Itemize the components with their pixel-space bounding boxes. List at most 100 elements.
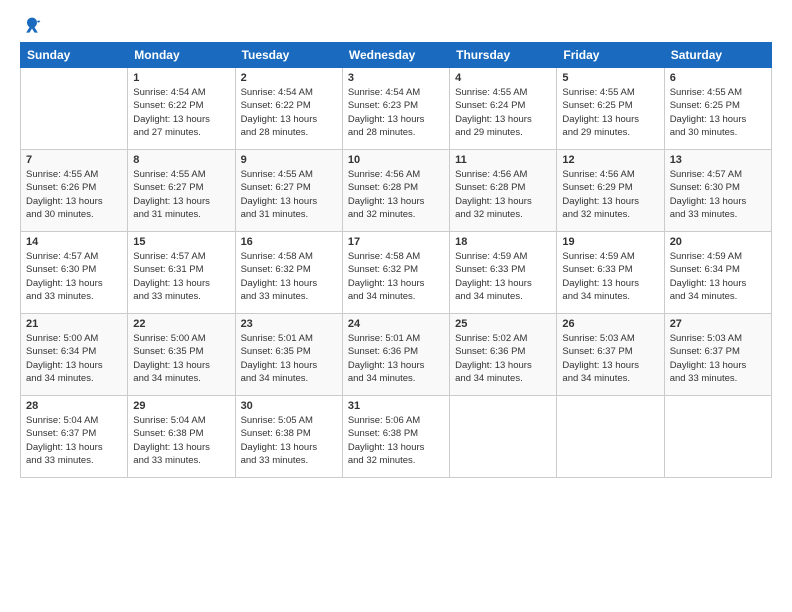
day-detail: Sunrise: 5:01 AM Sunset: 6:36 PM Dayligh…: [348, 332, 444, 385]
day-number: 16: [241, 236, 337, 248]
day-cell: 16Sunrise: 4:58 AM Sunset: 6:32 PM Dayli…: [235, 232, 342, 314]
day-number: 2: [241, 72, 337, 84]
day-detail: Sunrise: 4:56 AM Sunset: 6:29 PM Dayligh…: [562, 168, 658, 221]
logo-bird-icon: [22, 16, 42, 36]
day-cell: 5 Sunrise: 4:55 AM Sunset: 6:25 PM Daylig…: [557, 68, 664, 150]
day-number: 3: [348, 72, 444, 84]
day-number: 18: [455, 236, 551, 248]
day-detail: Sunrise: 4:54 AM Sunset: 6:22 PM Dayligh…: [133, 86, 229, 139]
day-detail: Sunrise: 4:57 AM Sunset: 6:31 PM Dayligh…: [133, 250, 229, 303]
day-cell: 14Sunrise: 4:57 AM Sunset: 6:30 PM Dayli…: [21, 232, 128, 314]
day-detail: Sunrise: 4:59 AM Sunset: 6:34 PM Dayligh…: [670, 250, 766, 303]
day-cell: 28Sunrise: 5:04 AM Sunset: 6:37 PM Dayli…: [21, 396, 128, 478]
day-detail: Sunrise: 4:59 AM Sunset: 6:33 PM Dayligh…: [455, 250, 551, 303]
day-number: 20: [670, 236, 766, 248]
day-cell: 15 Sunrise: 4:57 AM Sunset: 6:31 PM Dayli…: [128, 232, 235, 314]
day-cell: 29 Sunrise: 5:04 AM Sunset: 6:38 PM Dayli…: [128, 396, 235, 478]
day-cell: 19 Sunrise: 4:59 AM Sunset: 6:33 PM Dayli…: [557, 232, 664, 314]
day-cell: 30 Sunrise: 5:05 AM Sunset: 6:38 PM Dayli…: [235, 396, 342, 478]
day-detail: Sunrise: 4:55 AM Sunset: 6:24 PM Dayligh…: [455, 86, 551, 139]
day-cell: [557, 396, 664, 478]
week-row-3: 14Sunrise: 4:57 AM Sunset: 6:30 PM Dayli…: [21, 232, 772, 314]
day-detail: Sunrise: 4:55 AM Sunset: 6:27 PM Dayligh…: [241, 168, 337, 221]
day-number: 6: [670, 72, 766, 84]
day-cell: 4Sunrise: 4:55 AM Sunset: 6:24 PM Daylig…: [450, 68, 557, 150]
day-number: 27: [670, 318, 766, 330]
day-cell: 18 Sunrise: 4:59 AM Sunset: 6:33 PM Dayli…: [450, 232, 557, 314]
day-number: 11: [455, 154, 551, 166]
day-cell: 10 Sunrise: 4:56 AM Sunset: 6:28 PM Dayli…: [342, 150, 449, 232]
week-row-1: 1Sunrise: 4:54 AM Sunset: 6:22 PM Daylig…: [21, 68, 772, 150]
day-cell: 27 Sunrise: 5:03 AM Sunset: 6:37 PM Dayli…: [664, 314, 771, 396]
day-detail: Sunrise: 5:06 AM Sunset: 6:38 PM Dayligh…: [348, 414, 444, 467]
day-cell: 3 Sunrise: 4:54 AM Sunset: 6:23 PM Daylig…: [342, 68, 449, 150]
day-number: 9: [241, 154, 337, 166]
day-number: 7: [26, 154, 122, 166]
col-header-tuesday: Tuesday: [235, 43, 342, 68]
day-cell: 2 Sunrise: 4:54 AM Sunset: 6:22 PM Daylig…: [235, 68, 342, 150]
day-detail: Sunrise: 4:57 AM Sunset: 6:30 PM Dayligh…: [26, 250, 122, 303]
day-cell: 23 Sunrise: 5:01 AM Sunset: 6:35 PM Dayli…: [235, 314, 342, 396]
day-cell: 6Sunrise: 4:55 AM Sunset: 6:25 PM Daylig…: [664, 68, 771, 150]
col-header-thursday: Thursday: [450, 43, 557, 68]
day-cell: [450, 396, 557, 478]
day-cell: 11 Sunrise: 4:56 AM Sunset: 6:28 PM Dayli…: [450, 150, 557, 232]
day-number: 5: [562, 72, 658, 84]
day-number: 10: [348, 154, 444, 166]
day-number: 19: [562, 236, 658, 248]
day-number: 21: [26, 318, 122, 330]
day-detail: Sunrise: 4:55 AM Sunset: 6:25 PM Dayligh…: [562, 86, 658, 139]
day-detail: Sunrise: 5:02 AM Sunset: 6:36 PM Dayligh…: [455, 332, 551, 385]
day-detail: Sunrise: 5:00 AM Sunset: 6:34 PM Dayligh…: [26, 332, 122, 385]
day-cell: 31 Sunrise: 5:06 AM Sunset: 6:38 PM Dayli…: [342, 396, 449, 478]
day-cell: 21 Sunrise: 5:00 AM Sunset: 6:34 PM Dayli…: [21, 314, 128, 396]
week-row-4: 21 Sunrise: 5:00 AM Sunset: 6:34 PM Dayli…: [21, 314, 772, 396]
day-cell: 8 Sunrise: 4:55 AM Sunset: 6:27 PM Daylig…: [128, 150, 235, 232]
day-number: 17: [348, 236, 444, 248]
day-detail: Sunrise: 4:56 AM Sunset: 6:28 PM Dayligh…: [348, 168, 444, 221]
day-detail: Sunrise: 5:04 AM Sunset: 6:38 PM Dayligh…: [133, 414, 229, 467]
day-detail: Sunrise: 5:00 AM Sunset: 6:35 PM Dayligh…: [133, 332, 229, 385]
day-detail: Sunrise: 4:55 AM Sunset: 6:27 PM Dayligh…: [133, 168, 229, 221]
day-detail: Sunrise: 5:05 AM Sunset: 6:38 PM Dayligh…: [241, 414, 337, 467]
calendar-table: SundayMondayTuesdayWednesdayThursdayFrid…: [20, 42, 772, 478]
day-detail: Sunrise: 5:03 AM Sunset: 6:37 PM Dayligh…: [562, 332, 658, 385]
day-cell: 7Sunrise: 4:55 AM Sunset: 6:26 PM Daylig…: [21, 150, 128, 232]
day-number: 15: [133, 236, 229, 248]
day-cell: 13 Sunrise: 4:57 AM Sunset: 6:30 PM Dayli…: [664, 150, 771, 232]
day-detail: Sunrise: 5:01 AM Sunset: 6:35 PM Dayligh…: [241, 332, 337, 385]
page: SundayMondayTuesdayWednesdayThursdayFrid…: [0, 0, 792, 612]
header-row: SundayMondayTuesdayWednesdayThursdayFrid…: [21, 43, 772, 68]
col-header-sunday: Sunday: [21, 43, 128, 68]
day-cell: [21, 68, 128, 150]
day-number: 12: [562, 154, 658, 166]
day-number: 8: [133, 154, 229, 166]
day-number: 29: [133, 400, 229, 412]
week-row-5: 28Sunrise: 5:04 AM Sunset: 6:37 PM Dayli…: [21, 396, 772, 478]
col-header-friday: Friday: [557, 43, 664, 68]
day-cell: 1Sunrise: 4:54 AM Sunset: 6:22 PM Daylig…: [128, 68, 235, 150]
day-detail: Sunrise: 4:57 AM Sunset: 6:30 PM Dayligh…: [670, 168, 766, 221]
day-number: 28: [26, 400, 122, 412]
day-number: 23: [241, 318, 337, 330]
day-number: 26: [562, 318, 658, 330]
day-cell: 12 Sunrise: 4:56 AM Sunset: 6:29 PM Dayli…: [557, 150, 664, 232]
day-number: 31: [348, 400, 444, 412]
day-number: 22: [133, 318, 229, 330]
day-detail: Sunrise: 4:59 AM Sunset: 6:33 PM Dayligh…: [562, 250, 658, 303]
col-header-saturday: Saturday: [664, 43, 771, 68]
day-cell: 9 Sunrise: 4:55 AM Sunset: 6:27 PM Daylig…: [235, 150, 342, 232]
day-detail: Sunrise: 4:56 AM Sunset: 6:28 PM Dayligh…: [455, 168, 551, 221]
day-cell: 20 Sunrise: 4:59 AM Sunset: 6:34 PM Dayli…: [664, 232, 771, 314]
day-detail: Sunrise: 5:03 AM Sunset: 6:37 PM Dayligh…: [670, 332, 766, 385]
day-detail: Sunrise: 4:54 AM Sunset: 6:22 PM Dayligh…: [241, 86, 337, 139]
day-cell: 22 Sunrise: 5:00 AM Sunset: 6:35 PM Dayli…: [128, 314, 235, 396]
day-number: 13: [670, 154, 766, 166]
day-detail: Sunrise: 4:58 AM Sunset: 6:32 PM Dayligh…: [348, 250, 444, 303]
day-number: 30: [241, 400, 337, 412]
day-detail: Sunrise: 4:54 AM Sunset: 6:23 PM Dayligh…: [348, 86, 444, 139]
week-row-2: 7Sunrise: 4:55 AM Sunset: 6:26 PM Daylig…: [21, 150, 772, 232]
day-cell: 25Sunrise: 5:02 AM Sunset: 6:36 PM Dayli…: [450, 314, 557, 396]
header: [20, 16, 772, 36]
day-cell: 26 Sunrise: 5:03 AM Sunset: 6:37 PM Dayli…: [557, 314, 664, 396]
